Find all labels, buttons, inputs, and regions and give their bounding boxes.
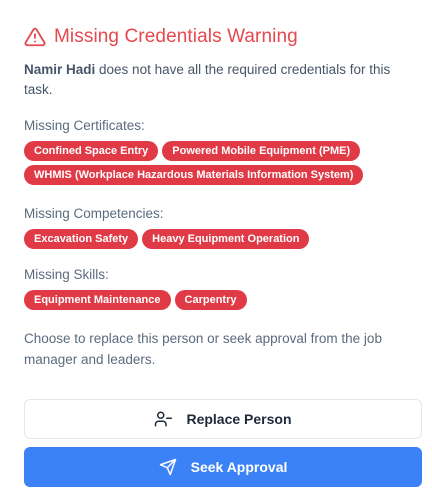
person-name: Namir Hadi: [24, 62, 96, 77]
missing-skills-list: Equipment Maintenance Carpentry: [24, 290, 414, 310]
missing-skills-label: Missing Skills:: [24, 267, 109, 282]
certificate-badge: WHMIS (Workplace Hazardous Materials Inf…: [24, 165, 364, 185]
seek-approval-label: Seek Approval: [190, 459, 288, 475]
send-icon: [159, 458, 177, 476]
missing-certificates-label: Missing Certificates:: [24, 118, 145, 133]
skill-badge: Equipment Maintenance: [24, 290, 171, 310]
missing-certificates-list: Confined Space Entry Powered Mobile Equi…: [24, 141, 414, 185]
seek-approval-button[interactable]: Seek Approval: [24, 447, 422, 487]
missing-credentials-dialog: Missing Credentials Warning Namir Hadi d…: [0, 0, 432, 503]
alert-triangle-icon: [24, 26, 46, 48]
skill-badge: Carpentry: [174, 290, 247, 310]
competency-badge: Excavation Safety: [24, 229, 139, 249]
missing-competencies-label: Missing Competencies:: [24, 206, 164, 221]
intro-text: Namir Hadi does not have all the require…: [24, 60, 416, 100]
user-minus-icon: [154, 410, 173, 428]
replace-person-label: Replace Person: [186, 411, 292, 427]
dialog-title: Missing Credentials Warning: [54, 26, 298, 47]
help-text: Choose to replace this person or seek ap…: [24, 331, 382, 367]
replace-person-button[interactable]: Replace Person: [24, 399, 422, 439]
competency-badge: Heavy Equipment Operation: [142, 229, 310, 249]
dialog-header: Missing Credentials Warning: [24, 26, 298, 48]
certificate-badge: Powered Mobile Equipment (PME): [162, 141, 361, 161]
missing-competencies-list: Excavation Safety Heavy Equipment Operat…: [24, 229, 414, 249]
certificate-badge: Confined Space Entry: [24, 141, 159, 161]
